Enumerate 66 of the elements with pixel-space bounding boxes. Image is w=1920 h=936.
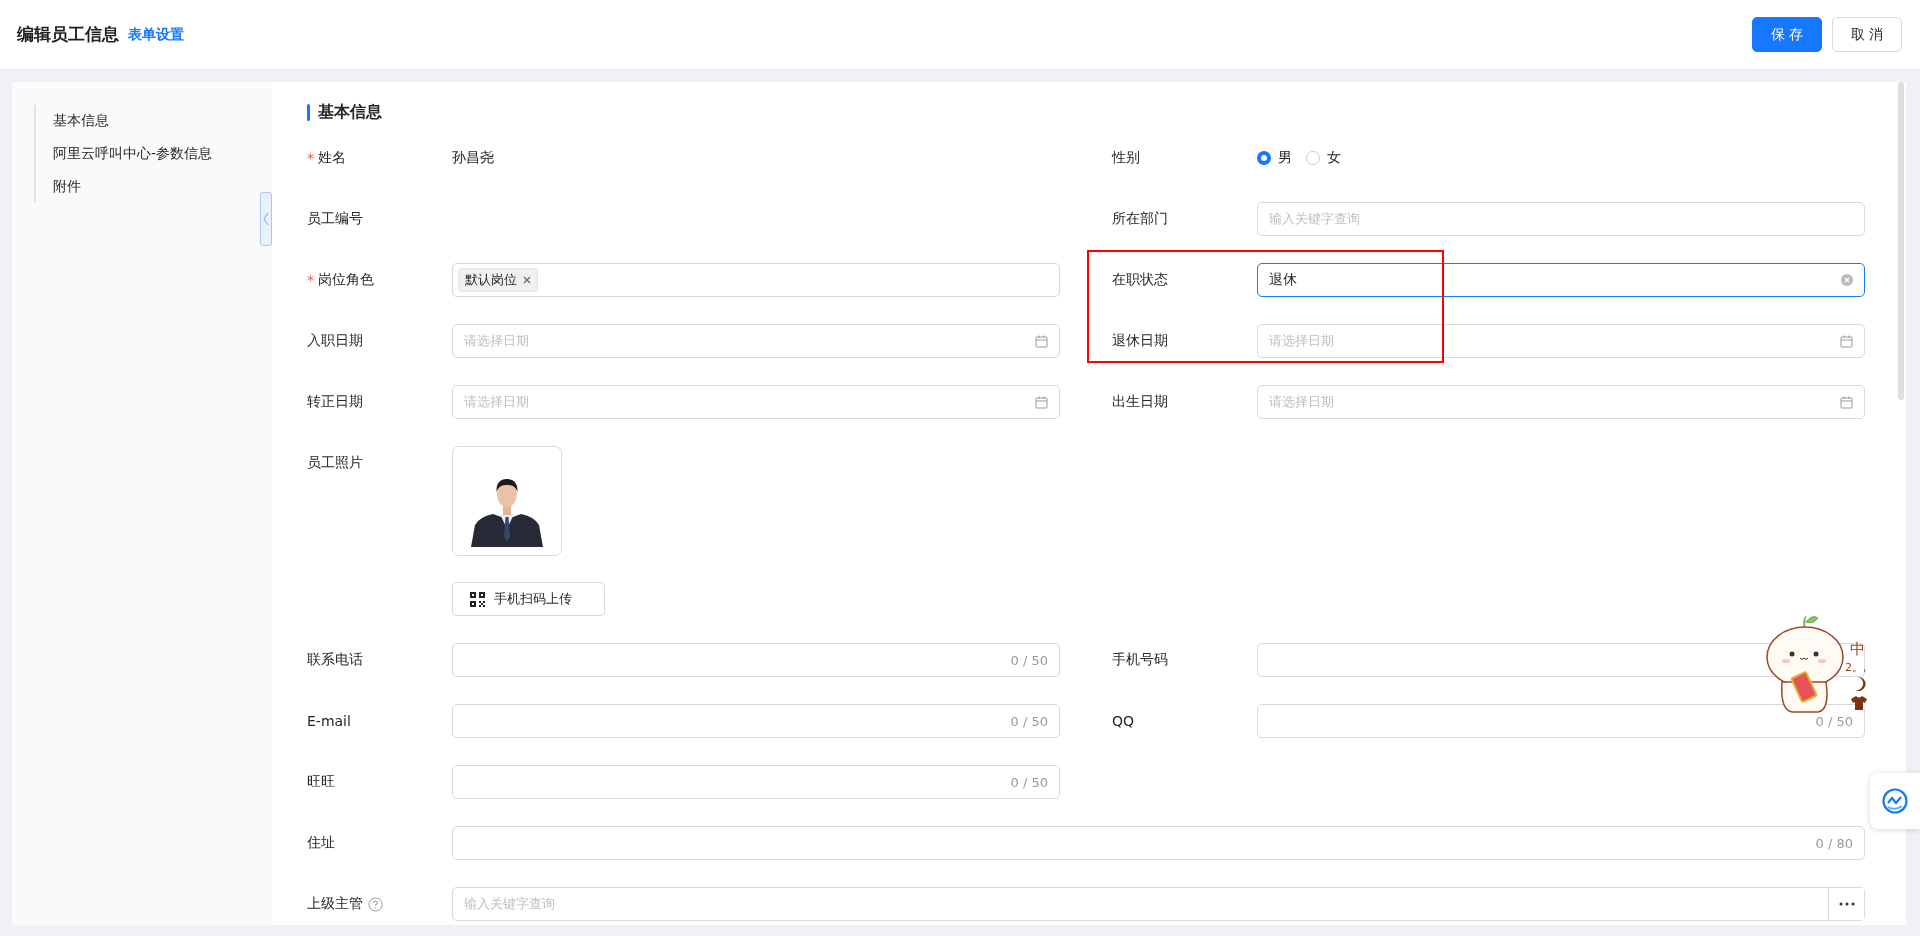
sidebar-item[interactable]: 阿里云呼叫中心-参数信息 (53, 142, 272, 165)
field-value: 孙昌尧 (452, 149, 494, 167)
field-label: 转正日期 (307, 393, 363, 411)
field-label: 旺旺 (307, 773, 335, 791)
sidebar-item[interactable]: 附件 (53, 175, 272, 198)
input-field[interactable]: 退休 (1257, 263, 1865, 297)
field-label: 退休日期 (1112, 332, 1168, 350)
select-field[interactable]: 默认岗位 (452, 263, 1060, 297)
calendar-icon (1035, 395, 1048, 409)
photo-frame[interactable] (452, 446, 562, 556)
field-label: QQ (1112, 713, 1135, 729)
sidebar-item[interactable]: 基本信息 (53, 109, 272, 132)
field-label: 住址 (307, 834, 335, 852)
section-title: 基本信息 (318, 101, 382, 123)
shirt-icon[interactable] (1851, 696, 1867, 710)
input-field[interactable]: 0 / 50 (452, 765, 1060, 799)
cancel-button[interactable]: 取 消 (1832, 17, 1902, 52)
input-field[interactable]: 0 / 80 (452, 826, 1865, 860)
field-label: 手机号码 (1112, 651, 1168, 669)
scrollbar[interactable] (1898, 82, 1904, 400)
form-settings-link[interactable]: 表单设置 (128, 25, 184, 44)
field-label: E-mail (307, 713, 351, 729)
ime-mode-indicator[interactable]: 中 (1850, 640, 1865, 659)
scan-upload-button[interactable]: 手机扫码上传 (452, 582, 605, 616)
field-label: 岗位角色 (318, 271, 374, 289)
radio-option[interactable]: 女 (1306, 149, 1341, 167)
more-button[interactable] (1828, 888, 1864, 920)
character-counter: 0 / 80 (1815, 835, 1853, 851)
close-icon[interactable] (523, 276, 531, 284)
calendar-icon (1840, 395, 1853, 409)
field-label: 联系电话 (307, 651, 363, 669)
page-title: 编辑员工信息 (17, 23, 119, 46)
field-label: 员工编号 (307, 210, 363, 228)
floating-assistant-button[interactable] (1870, 773, 1920, 829)
input-field[interactable]: 0 / 50 (452, 704, 1060, 738)
help-icon[interactable] (368, 896, 383, 912)
calendar-icon (1840, 334, 1853, 348)
character-counter: 0 / 50 (1010, 652, 1048, 668)
input-field[interactable]: 0 / 50 (452, 643, 1060, 677)
field-label: 性别 (1112, 149, 1140, 167)
radio-option[interactable]: 男 (1257, 149, 1292, 167)
collapse-handle[interactable] (260, 192, 272, 246)
assistant-icon (1882, 788, 1908, 814)
clear-icon[interactable] (1841, 274, 1853, 286)
tag: 默认岗位 (458, 268, 538, 292)
field-label: 出生日期 (1112, 393, 1168, 411)
character-counter: 0 / 50 (1815, 713, 1853, 729)
field-label: 姓名 (318, 149, 346, 167)
field-label: 在职状态 (1112, 271, 1168, 289)
required-mark: * (307, 272, 314, 288)
save-button[interactable]: 保 存 (1752, 17, 1822, 52)
field-label: 上级主管 (307, 895, 363, 913)
calendar-icon (1035, 334, 1048, 348)
section-marker (307, 103, 310, 121)
moon-icon[interactable] (1853, 676, 1867, 692)
ellipsis-icon (1838, 902, 1855, 906)
field-label: 所在部门 (1112, 210, 1168, 228)
character-counter: 0 / 50 (1010, 774, 1048, 790)
qr-code-icon (470, 591, 485, 607)
field-label: 入职日期 (307, 332, 363, 350)
required-mark: * (307, 150, 314, 166)
character-counter: 0 / 50 (1010, 713, 1048, 729)
ime-punctuation-indicator[interactable]: 2。, (1845, 660, 1867, 675)
chevron-left-icon (263, 212, 269, 226)
field-label: 员工照片 (307, 454, 363, 472)
input-field[interactable]: 0 / 50 (1257, 704, 1865, 738)
